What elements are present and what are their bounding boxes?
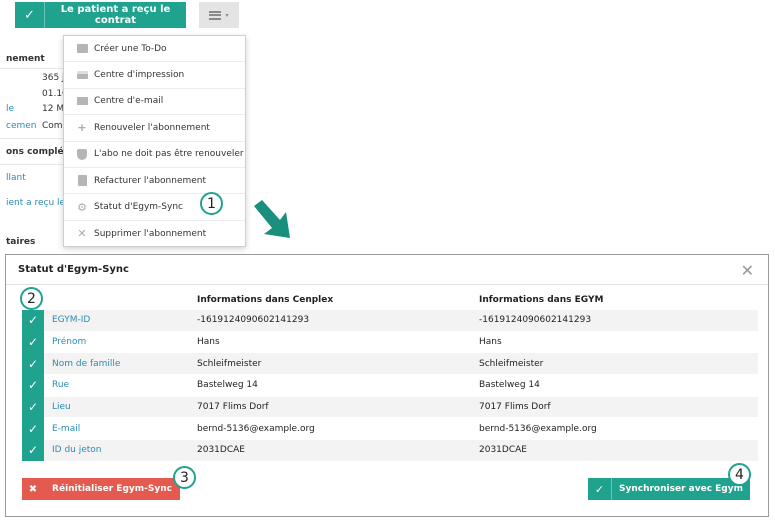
plus-icon: +	[77, 121, 87, 135]
egym-value: Schleifmeister	[479, 358, 544, 369]
menu-item-label: L'abo ne doit pas être renouveler	[94, 149, 244, 160]
checkbox[interactable]: ✓	[22, 309, 44, 332]
table-row: ✓ Prénom Hans Hans	[22, 331, 758, 354]
cenplex-value: 7017 Flims Dorf	[197, 402, 269, 413]
reset-button-label: Réinitialiser Egym-Sync	[52, 484, 172, 494]
hamburger-icon	[209, 10, 222, 20]
field-value: 12 M	[42, 104, 65, 114]
divider	[0, 68, 64, 69]
close-icon: ✕	[77, 227, 87, 241]
checkbox[interactable]: ✓	[22, 374, 44, 397]
close-icon[interactable]: ✕	[741, 261, 754, 280]
dialog-title: Statut d'Egym-Sync	[18, 264, 129, 275]
monitor-icon	[76, 43, 88, 55]
sync-button-label: Synchroniser avec Egym	[619, 484, 743, 494]
table-row: ✓ Rue Bastelweg 14 Bastelweg 14	[22, 374, 758, 397]
checkbox[interactable]: ✓	[22, 396, 44, 418]
field-label: le	[6, 104, 15, 114]
table-row: ✓ Lieu 7017 Flims Dorf 7017 Flims Dorf	[22, 396, 758, 419]
checkbox[interactable]: ✓	[22, 331, 44, 353]
arrow-down-right-icon	[254, 200, 290, 238]
callout-badge-1: 1	[200, 192, 223, 215]
field-label: Prénom	[52, 337, 87, 348]
menu-item-do-not-renew[interactable]: L'abo ne doit pas être renouveler	[64, 142, 245, 168]
menu-item-label: Supprimer l'abonnement	[94, 228, 207, 239]
table-row: ✓ EGYM-ID -1619124090602141293 -16191240…	[22, 309, 758, 332]
gear-icon: ⚙	[77, 200, 87, 214]
table-row: ✓ E-mail bernd-5136@example.org bernd-51…	[22, 417, 758, 441]
field-label: ID du jeton	[52, 445, 102, 456]
cenplex-value: 2031DCAE	[197, 445, 245, 456]
dialog-header: Statut d'Egym-Sync ✕	[6, 255, 768, 285]
cenplex-value: bernd-5136@example.org	[197, 423, 315, 434]
actions-menu-button[interactable]: ▾	[199, 2, 239, 28]
menu-item-label: Statut d'Egym-Sync	[94, 202, 183, 213]
contract-button-label: Le patient a reçu le contrat	[60, 4, 171, 26]
section-heading: nement	[6, 54, 45, 64]
egym-value: 7017 Flims Dorf	[479, 402, 551, 413]
cenplex-value: Bastelweg 14	[197, 380, 258, 391]
cenplex-value: Hans	[197, 337, 220, 348]
menu-item-label: Centre d'impression	[94, 70, 185, 81]
checkbox[interactable]: ✓	[22, 352, 44, 375]
divider	[0, 138, 64, 139]
egym-sync-status-dialog: Statut d'Egym-Sync ✕ Informations dans C…	[5, 254, 769, 517]
table-row: ✓ Nom de famille Schleifmeister Schleifm…	[22, 352, 758, 376]
column-header-egym: Informations dans EGYM	[479, 295, 604, 305]
menu-item-label: Refacturer l'abonnement	[94, 175, 207, 186]
section-heading: taires	[6, 237, 36, 247]
field-label: Nom de famille	[52, 358, 121, 369]
menu-item-rebill-subscription[interactable]: Refacturer l'abonnement	[64, 168, 245, 195]
actions-dropdown-menu: Créer une To-Do Centre d'impression Cent…	[63, 35, 246, 247]
shield-icon	[76, 148, 88, 160]
cenplex-value: Schleifmeister	[197, 358, 262, 369]
menu-item-email-center[interactable]: Centre d'e-mail	[64, 89, 245, 116]
sync-with-egym-button[interactable]: ✓ Synchroniser avec Egym	[588, 478, 750, 500]
reset-egym-sync-button[interactable]: ✖ Réinitialiser Egym-Sync	[22, 478, 180, 500]
divider	[0, 164, 64, 165]
callout-badge-2: 2	[20, 287, 43, 310]
checkbox[interactable]: ✓	[22, 417, 44, 440]
column-header-cenplex: Informations dans Cenplex	[197, 295, 334, 305]
menu-item-delete-subscription[interactable]: ✕ Supprimer l'abonnement	[64, 221, 245, 247]
menu-item-renew-subscription[interactable]: + Renouveler l'abonnement	[64, 115, 245, 142]
callout-badge-3: 3	[173, 466, 196, 489]
field-label: Rue	[52, 380, 70, 391]
egym-value: bernd-5136@example.org	[479, 423, 597, 434]
chevron-down-icon: ▾	[225, 11, 229, 19]
patient-received-contract-button[interactable]: ✓ Le patient a reçu le contrat	[15, 2, 186, 28]
envelope-icon	[76, 95, 88, 107]
cenplex-value: -1619124090602141293	[197, 315, 310, 326]
check-icon: ✓	[588, 478, 612, 500]
menu-item-print-center[interactable]: Centre d'impression	[64, 62, 245, 89]
table-row: ✓ ID du jeton 2031DCAE 2031DCAE	[22, 439, 758, 462]
menu-item-label: Centre d'e-mail	[94, 96, 164, 107]
menu-item-label: Créer une To-Do	[94, 43, 167, 54]
background-link[interactable]: llant	[6, 173, 26, 183]
field-label: cemen	[6, 121, 37, 131]
menu-item-create-todo[interactable]: Créer une To-Do	[64, 36, 245, 63]
sync-fields-table: ✓ EGYM-ID -1619124090602141293 -16191240…	[22, 309, 758, 462]
close-icon: ✖	[28, 483, 38, 495]
egym-value: Bastelweg 14	[479, 380, 540, 391]
calculator-icon	[76, 175, 88, 187]
checkbox[interactable]: ✓	[22, 439, 44, 462]
check-icon: ✓	[15, 2, 45, 28]
field-value: 365 J	[42, 73, 65, 83]
field-label: EGYM-ID	[52, 315, 91, 326]
printer-icon	[76, 69, 88, 81]
field-label: Lieu	[52, 402, 71, 413]
egym-value: -1619124090602141293	[479, 315, 592, 326]
callout-badge-4: 4	[728, 463, 751, 486]
egym-value: 2031DCAE	[479, 445, 527, 456]
egym-value: Hans	[479, 337, 502, 348]
menu-item-label: Renouveler l'abonnement	[94, 122, 210, 133]
field-label: E-mail	[52, 423, 81, 434]
